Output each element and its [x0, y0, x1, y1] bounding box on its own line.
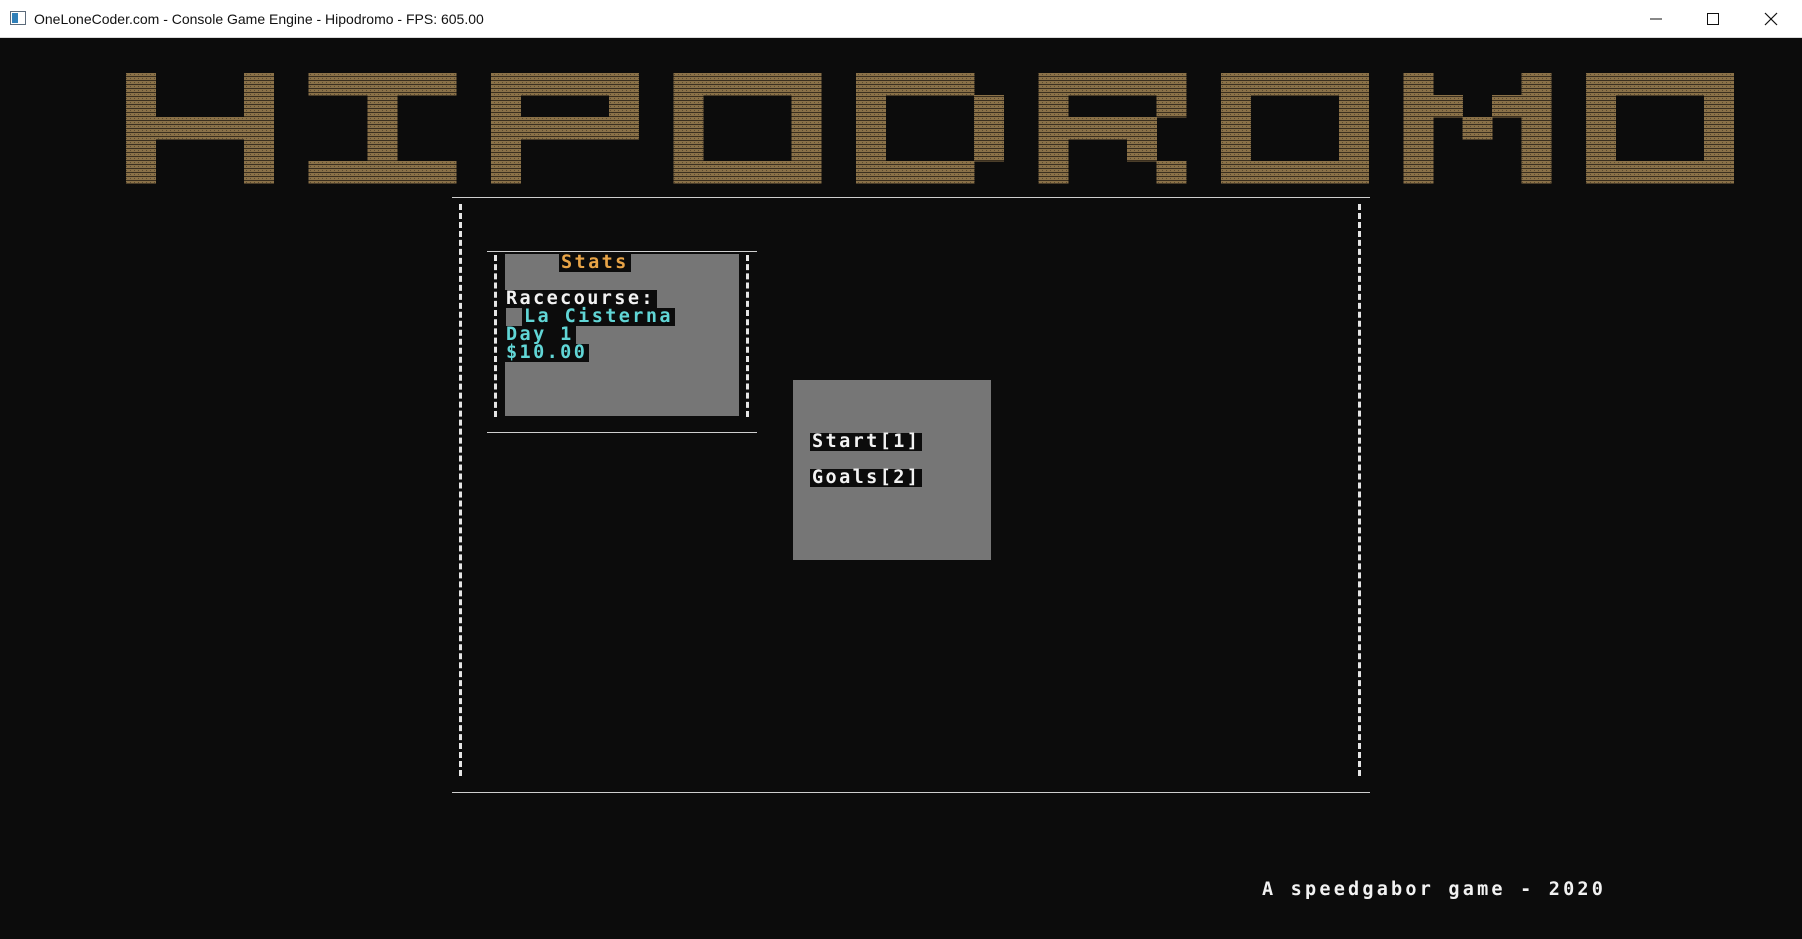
logo-letters — [126, 73, 1734, 184]
maximize-button[interactable] — [1684, 0, 1742, 38]
logo-letter-r — [1038, 73, 1187, 184]
logo-letter-o — [673, 73, 822, 184]
credit-footer: A speedgabor game - 2020 — [1262, 879, 1607, 900]
hipodromo-logo — [126, 73, 1734, 184]
logo-letter-o — [1221, 73, 1369, 184]
minimize-button[interactable] — [1627, 0, 1685, 38]
goals-menu-item[interactable]: Goals[2] — [810, 468, 923, 487]
stats-title: Stats — [559, 252, 631, 273]
logo-letter-d — [856, 73, 1004, 184]
stats-frame-right — [746, 255, 749, 417]
minimize-icon — [1650, 18, 1662, 20]
logo-letter-m — [1403, 73, 1552, 184]
console-window-icon — [10, 11, 26, 25]
window-titlebar[interactable]: OneLoneCoder.com - Console Game Engine -… — [0, 0, 1802, 38]
start-menu-item[interactable]: Start[1] — [810, 432, 923, 451]
money-balance: $10.00 — [504, 342, 590, 363]
maximize-icon — [1707, 13, 1719, 25]
main-frame-bottom — [452, 792, 1370, 793]
main-frame-right — [1358, 204, 1361, 776]
logo-letter-o — [1586, 73, 1734, 184]
main-frame-top — [452, 197, 1370, 198]
window-title: OneLoneCoder.com - Console Game Engine -… — [34, 11, 484, 27]
logo-letter-h — [126, 73, 274, 184]
logo-letter-i — [308, 73, 457, 184]
stats-frame-left — [494, 255, 497, 417]
close-button[interactable] — [1742, 0, 1800, 38]
close-icon — [1764, 12, 1778, 26]
logo-letter-p — [491, 73, 639, 184]
main-frame-left — [459, 204, 462, 776]
console-screen: Stats Racecourse: La Cisterna Day 1 $10.… — [0, 38, 1802, 939]
stats-frame-bottom — [487, 432, 757, 433]
